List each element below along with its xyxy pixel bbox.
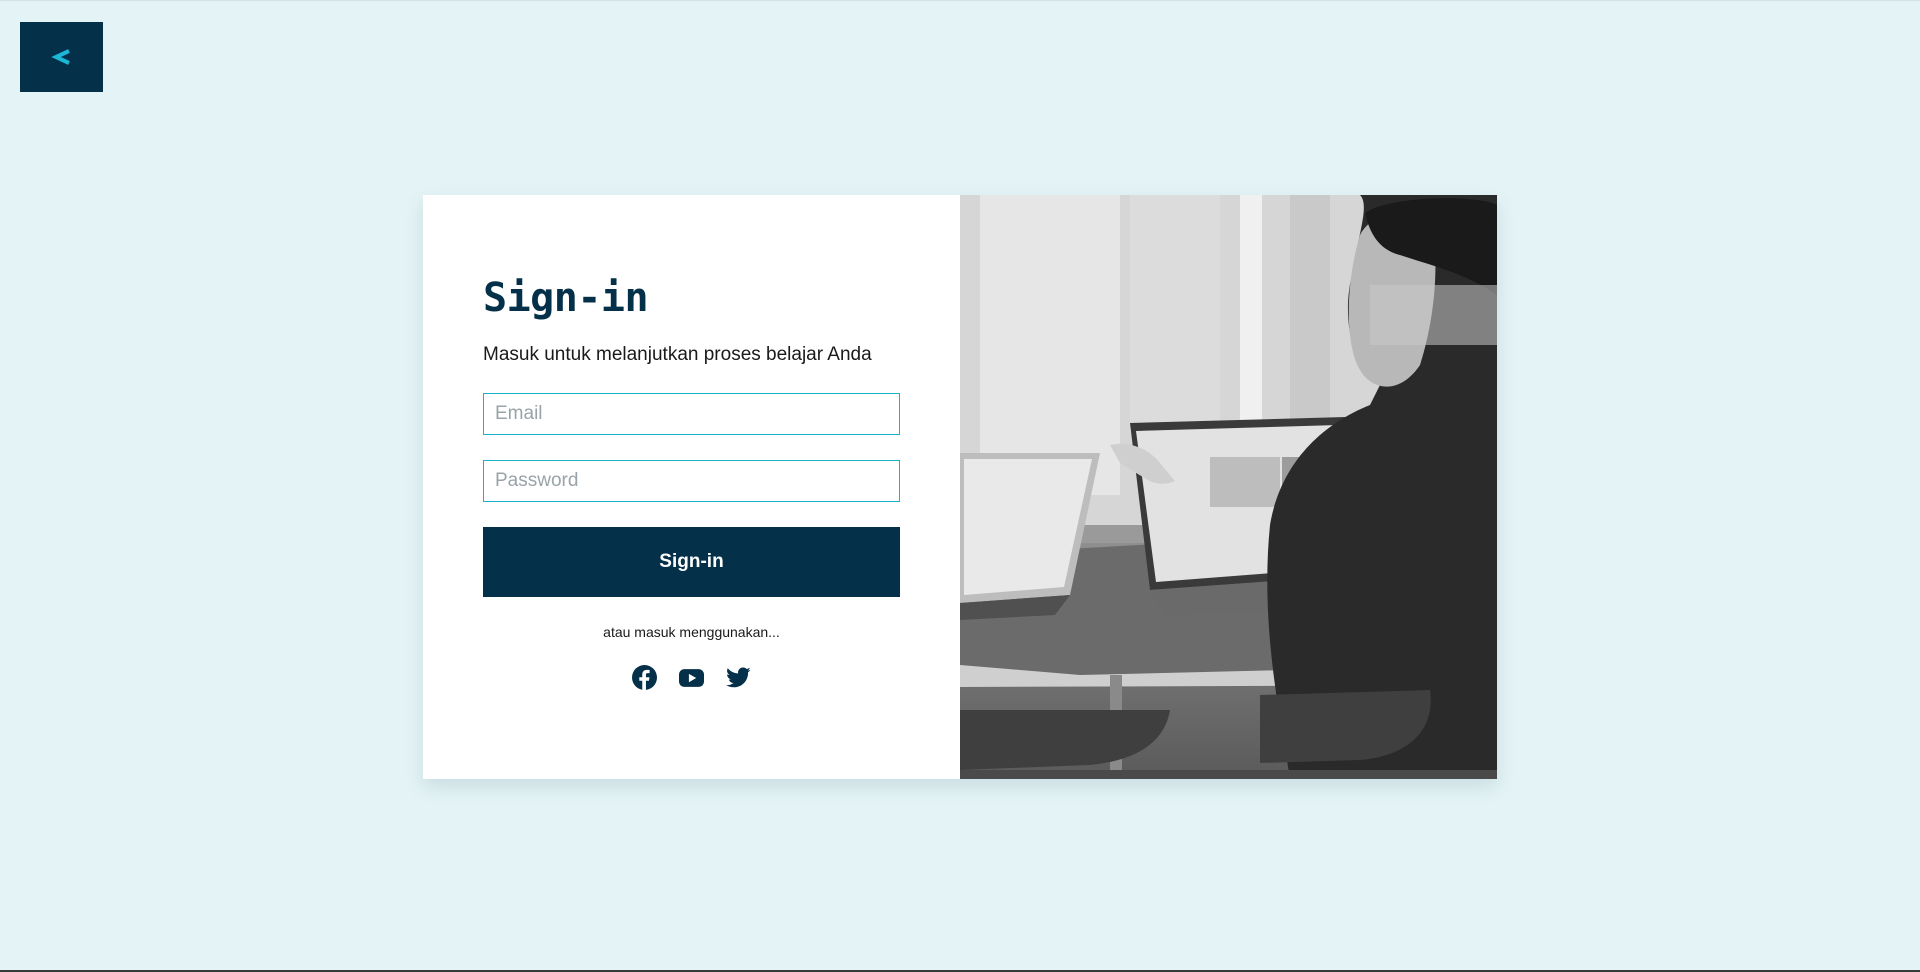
alternative-signin-text: atau masuk menggunakan...	[603, 624, 780, 640]
signin-form-panel: Sign-in Masuk untuk melanjutkan proses b…	[423, 195, 960, 779]
twitter-icon[interactable]	[726, 665, 751, 690]
top-border	[0, 0, 1920, 1]
youtube-icon[interactable]	[679, 665, 704, 690]
page-subtitle: Masuk untuk melanjutkan proses belajar A…	[483, 344, 872, 365]
social-login-row	[483, 665, 900, 690]
chevron-left-icon	[50, 49, 70, 65]
back-button[interactable]	[20, 22, 103, 92]
facebook-icon[interactable]	[632, 665, 657, 690]
office-photo-illustration	[960, 195, 1497, 779]
email-field[interactable]	[483, 393, 900, 435]
password-field[interactable]	[483, 460, 900, 502]
signin-button[interactable]: Sign-in	[483, 527, 900, 597]
signin-card: Sign-in Masuk untuk melanjutkan proses b…	[423, 195, 1497, 779]
page-title: Sign-in	[483, 275, 649, 321]
office-photo	[960, 195, 1497, 779]
